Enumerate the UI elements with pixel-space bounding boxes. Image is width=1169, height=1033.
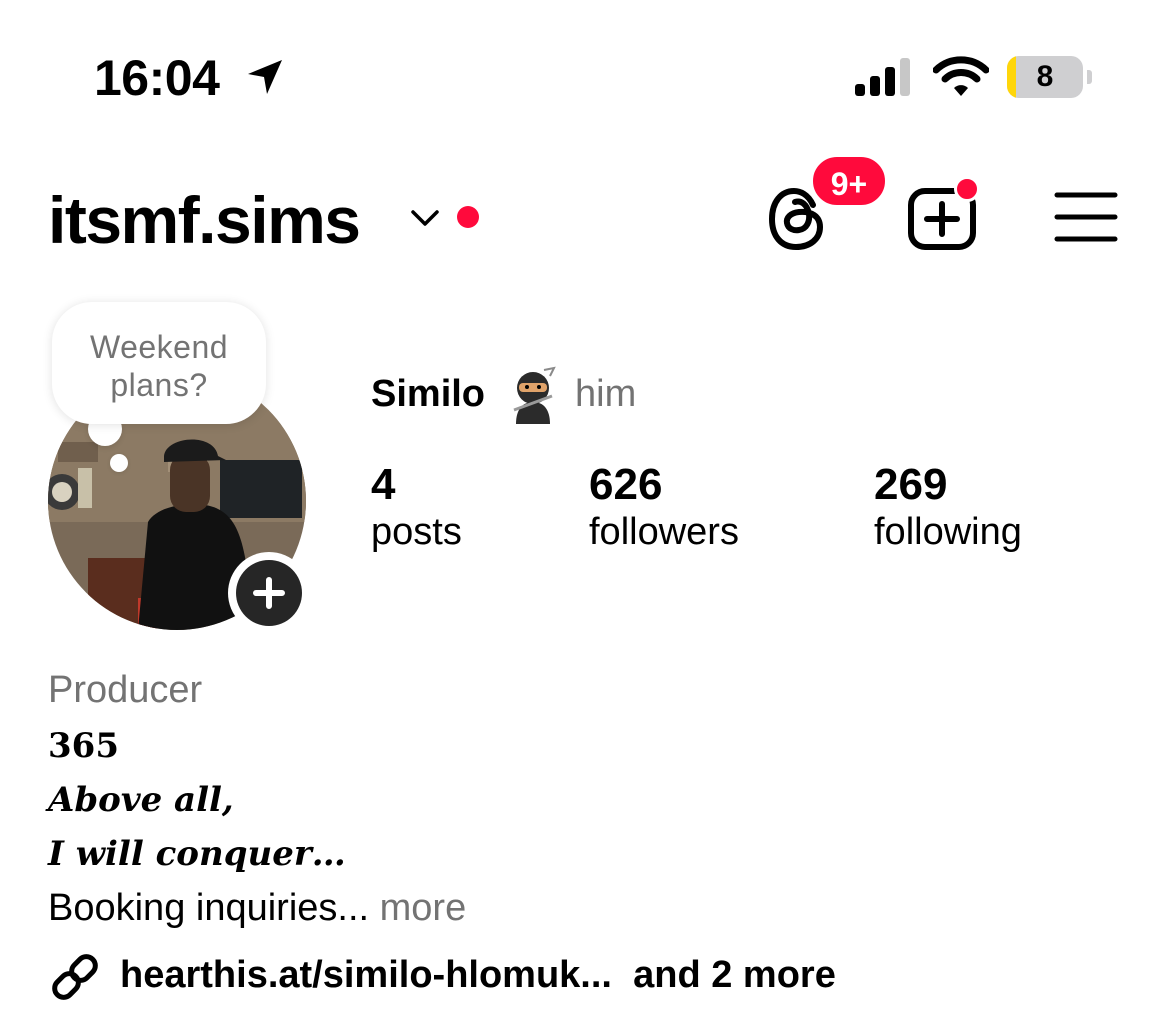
display-name: Similo xyxy=(371,373,486,415)
add-story-circle xyxy=(236,560,302,626)
cellular-signal-icon xyxy=(855,58,910,96)
bio-line-2: Above all, xyxy=(48,780,234,820)
battery-level: 8 xyxy=(1036,60,1054,93)
link-icon xyxy=(52,954,98,1000)
following-label: following xyxy=(874,511,1022,553)
profile-links[interactable]: hearthis.at/similo-hlomuk... and 2 more xyxy=(120,952,836,998)
threads-badge: 9+ xyxy=(810,154,888,208)
bio-more-link[interactable]: more xyxy=(380,887,467,929)
battery-indicator: 8 xyxy=(1007,56,1092,98)
chevron-down-icon[interactable] xyxy=(407,200,443,236)
status-time: 16:04 xyxy=(94,50,220,106)
more-links[interactable]: and 2 more xyxy=(633,954,836,996)
battery-body: 8 xyxy=(1007,56,1083,98)
username-switcher[interactable]: itsmf.sims xyxy=(48,182,361,258)
battery-nub xyxy=(1087,70,1092,84)
bio-line-1: 365 xyxy=(48,726,119,766)
following-stat[interactable]: 269 following xyxy=(874,460,1022,554)
note-text-line-2: plans? xyxy=(110,367,208,403)
note-tail-small xyxy=(110,454,128,472)
following-count: 269 xyxy=(874,460,948,509)
create-notification-dot xyxy=(954,176,980,202)
followers-count: 626 xyxy=(589,460,663,509)
account-notification-dot xyxy=(457,206,479,228)
profile-category: Producer xyxy=(48,669,203,711)
bio-line-4: Booking inquiries... xyxy=(48,887,370,929)
primary-link[interactable]: hearthis.at/similo-hlomuk... xyxy=(120,954,612,996)
posts-label: posts xyxy=(371,511,462,553)
plus-icon xyxy=(253,577,285,609)
followers-label: followers xyxy=(589,511,739,553)
posts-stat[interactable]: 4 posts xyxy=(371,460,462,554)
note-text-line-1: Weekend xyxy=(89,329,229,365)
followers-stat[interactable]: 626 followers xyxy=(589,460,739,554)
note-bubble[interactable]: Weekend plans? xyxy=(52,302,266,424)
bio-line-3: I will conquer… xyxy=(48,834,346,874)
menu-icon[interactable] xyxy=(1054,190,1118,244)
bio-booking: Booking inquiries... more xyxy=(48,886,466,930)
posts-count: 4 xyxy=(371,460,396,509)
pronouns: him xyxy=(575,373,637,415)
wifi-icon xyxy=(933,56,989,96)
location-arrow-icon xyxy=(248,60,282,94)
ninja-emoji-icon xyxy=(513,366,556,424)
add-story-button[interactable] xyxy=(228,552,310,634)
